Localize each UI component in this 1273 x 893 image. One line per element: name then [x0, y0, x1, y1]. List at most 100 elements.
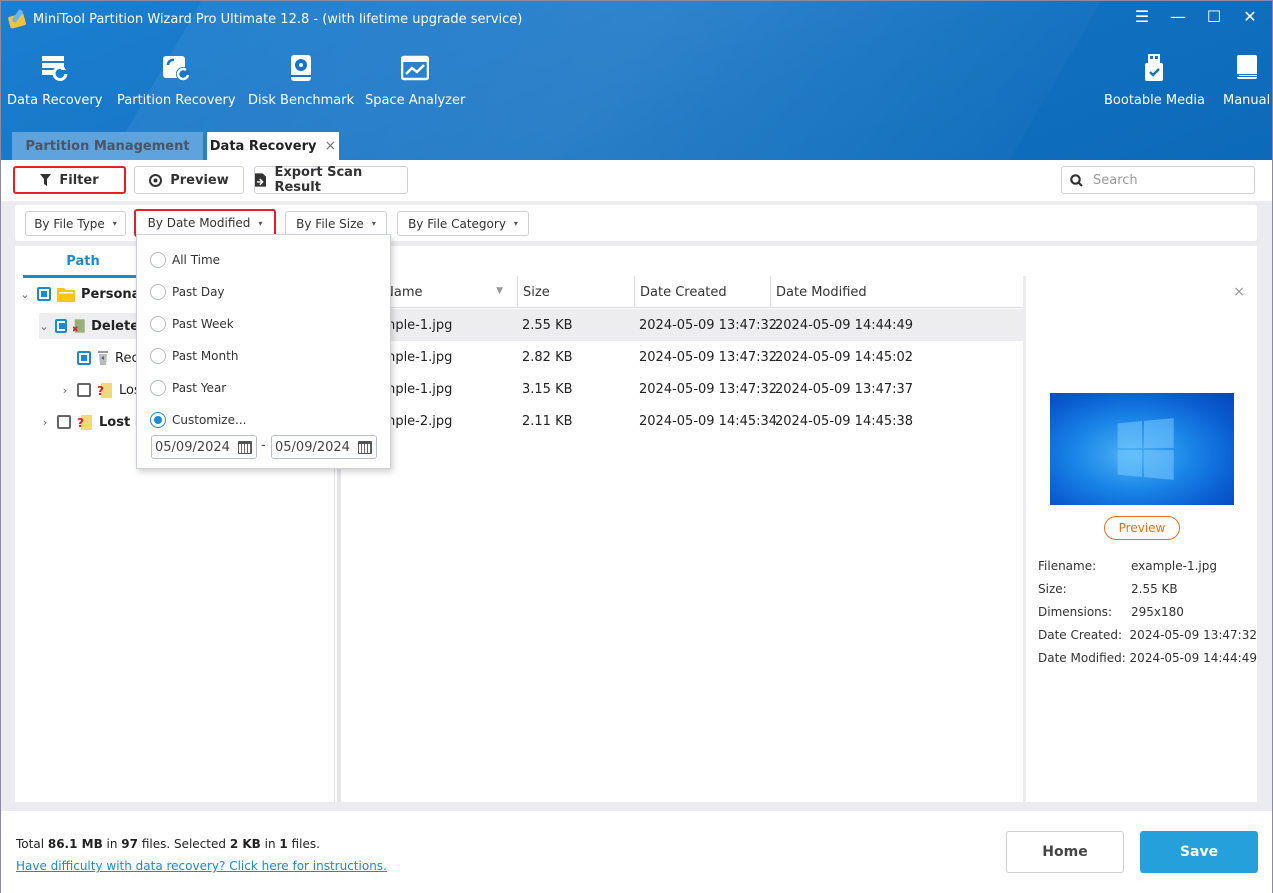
close-preview-icon[interactable]: × — [1233, 284, 1245, 300]
cell-modified: 2024-05-09 14:44:49 — [775, 317, 914, 333]
tree-item-recycle-bin[interactable]: Rec — [77, 345, 139, 371]
folder-icon — [57, 287, 75, 302]
table-header: e Name ▼ Size Date Created Date Modified — [341, 276, 1023, 308]
cell-created: 2024-05-09 13:47:32 — [639, 349, 778, 365]
radio-button-selected[interactable] — [150, 412, 166, 428]
toolbar-partition-recovery[interactable]: Partition Recovery — [117, 51, 236, 108]
home-button[interactable]: Home — [1006, 831, 1124, 873]
sort-arrow-icon: ▼ — [496, 286, 503, 296]
export-icon — [255, 173, 267, 187]
export-scan-result-button[interactable]: Export Scan Result — [254, 165, 408, 195]
calendar-icon[interactable] — [358, 440, 372, 454]
tree-item-lost-files[interactable]: › ? Lost F — [39, 409, 144, 435]
option-past-week[interactable]: Past Week — [150, 314, 234, 334]
cell-size: 3.15 KB — [522, 381, 573, 397]
title-bar: MiniTool Partition Wizard Pro Ultimate 1… — [7, 8, 522, 29]
filter-button[interactable]: Filter — [13, 166, 126, 194]
chevron-right-icon[interactable]: › — [59, 384, 71, 397]
menu-icon[interactable]: ☰ — [1134, 7, 1150, 26]
tab-path[interactable]: Path — [23, 254, 143, 278]
tree-item-personal[interactable]: ⌄ Personal — [19, 281, 145, 307]
from-date-field[interactable]: 05/09/2024 — [151, 435, 257, 459]
maximize-icon[interactable]: ☐ — [1206, 7, 1222, 26]
tree-item-deleted[interactable]: ⌄ Delete — [39, 313, 139, 339]
svg-text:?: ? — [97, 384, 104, 398]
tab-label: Data Recovery — [209, 138, 317, 154]
toolbar-manual[interactable]: Manual — [1223, 51, 1270, 108]
column-date-created[interactable]: Date Created — [634, 276, 770, 308]
svg-text:?: ? — [77, 416, 84, 430]
option-past-year[interactable]: Past Year — [150, 378, 226, 398]
calendar-icon[interactable] — [238, 440, 252, 454]
close-icon[interactable]: ✕ — [1242, 7, 1258, 26]
checkbox[interactable] — [57, 415, 71, 429]
toolbar-data-recovery[interactable]: Data Recovery — [7, 51, 102, 108]
radio-button[interactable] — [150, 348, 166, 364]
disk-benchmark-icon — [285, 51, 317, 85]
info-row: Filename: example-1.jpg — [1038, 559, 1217, 573]
column-date-modified[interactable]: Date Modified — [770, 276, 1023, 308]
option-past-day[interactable]: Past Day — [150, 282, 225, 302]
filter-by-file-size[interactable]: By File Size ▾ — [285, 211, 387, 236]
checkbox[interactable] — [37, 287, 51, 301]
option-all-time[interactable]: All Time — [150, 250, 220, 270]
chevron-right-icon[interactable]: › — [39, 416, 51, 429]
option-past-month[interactable]: Past Month — [150, 346, 238, 366]
radio-button[interactable] — [150, 252, 166, 268]
radio-button[interactable] — [150, 380, 166, 396]
filter-label: By File Size — [296, 216, 364, 231]
toolbar-label: Partition Recovery — [117, 93, 236, 108]
toolbar-label: Space Analyzer — [365, 93, 466, 108]
search-box[interactable] — [1061, 166, 1255, 194]
option-customize[interactable]: Customize... — [150, 410, 246, 430]
file-info: Filename: example-1.jpg Size: 2.55 KB Dime… — [1038, 559, 1257, 674]
toolbar-label: Manual — [1223, 93, 1271, 108]
table-row[interactable]: xample-1.jpg 3.15 KB 2024-05-09 13:47:32 20… — [341, 373, 1023, 405]
to-date-field[interactable]: 05/09/2024 — [271, 435, 377, 459]
preview-image-button[interactable]: Preview — [1104, 516, 1180, 540]
export-label: Export Scan Result — [274, 165, 363, 195]
tree-item-lost-sub[interactable]: › ? Los — [59, 377, 141, 403]
filter-by-file-category[interactable]: By File Category ▾ — [397, 211, 529, 236]
chevron-down-icon[interactable]: ⌄ — [19, 288, 31, 301]
chevron-down-icon: ▾ — [258, 218, 263, 228]
search-input[interactable] — [1091, 171, 1241, 189]
tab-partition-management[interactable]: Partition Management — [12, 132, 203, 160]
chevron-down-icon: ▾ — [112, 219, 117, 228]
tab-data-recovery[interactable]: Data Recovery × — [207, 132, 339, 160]
column-size[interactable]: Size — [517, 276, 634, 308]
table-row[interactable]: xample-1.jpg 2.55 KB 2024-05-09 13:47:32 20… — [341, 309, 1023, 341]
cell-created: 2024-05-09 13:47:32 — [639, 317, 778, 333]
radio-button[interactable] — [150, 284, 166, 300]
checkbox[interactable] — [77, 351, 91, 365]
toolbar-bootable-media[interactable]: Bootable Media — [1104, 51, 1205, 108]
total-files: 97 — [121, 837, 138, 851]
preview-panel: × Preview Filename: example-1.jpg Size: 2.… — [1026, 276, 1257, 802]
minimize-icon[interactable]: — — [1170, 7, 1186, 26]
tab-close-icon[interactable]: × — [324, 138, 336, 154]
table-row[interactable]: xample-1.jpg 2.82 KB 2024-05-09 13:47:32 20… — [341, 341, 1023, 373]
toolbar-label: Data Recovery — [7, 93, 103, 108]
help-link[interactable]: Have difficulty with data recovery? Clic… — [16, 859, 387, 873]
checkbox[interactable] — [77, 383, 91, 397]
bootable-media-icon — [1138, 51, 1170, 85]
manual-icon — [1231, 51, 1263, 85]
info-row: Size: 2.55 KB — [1038, 582, 1178, 596]
toolbar-disk-benchmark[interactable]: Disk Benchmark — [248, 51, 354, 108]
checkbox[interactable] — [55, 319, 68, 333]
chevron-down-icon[interactable]: ⌄ — [39, 320, 49, 333]
deleted-files-icon — [73, 319, 86, 333]
cell-size: 2.11 KB — [522, 413, 573, 429]
filter-by-file-type[interactable]: By File Type ▾ — [25, 211, 126, 236]
filter-by-date-modified[interactable]: By Date Modified ▾ — [134, 209, 276, 237]
tab-label: Partition Management — [25, 138, 190, 154]
toolbar-space-analyzer[interactable]: Space Analyzer — [365, 51, 465, 108]
preview-label: Preview — [170, 172, 229, 188]
table-row[interactable]: xample-2.jpg 2.11 KB 2024-05-09 14:45:34 20… — [341, 405, 1023, 437]
recycle-bin-icon — [98, 351, 108, 365]
space-analyzer-icon — [399, 51, 431, 85]
preview-button[interactable]: Preview — [134, 166, 244, 194]
info-row: Dimensions: 295x180 — [1038, 605, 1184, 619]
save-button[interactable]: Save — [1140, 831, 1258, 873]
radio-button[interactable] — [150, 316, 166, 332]
